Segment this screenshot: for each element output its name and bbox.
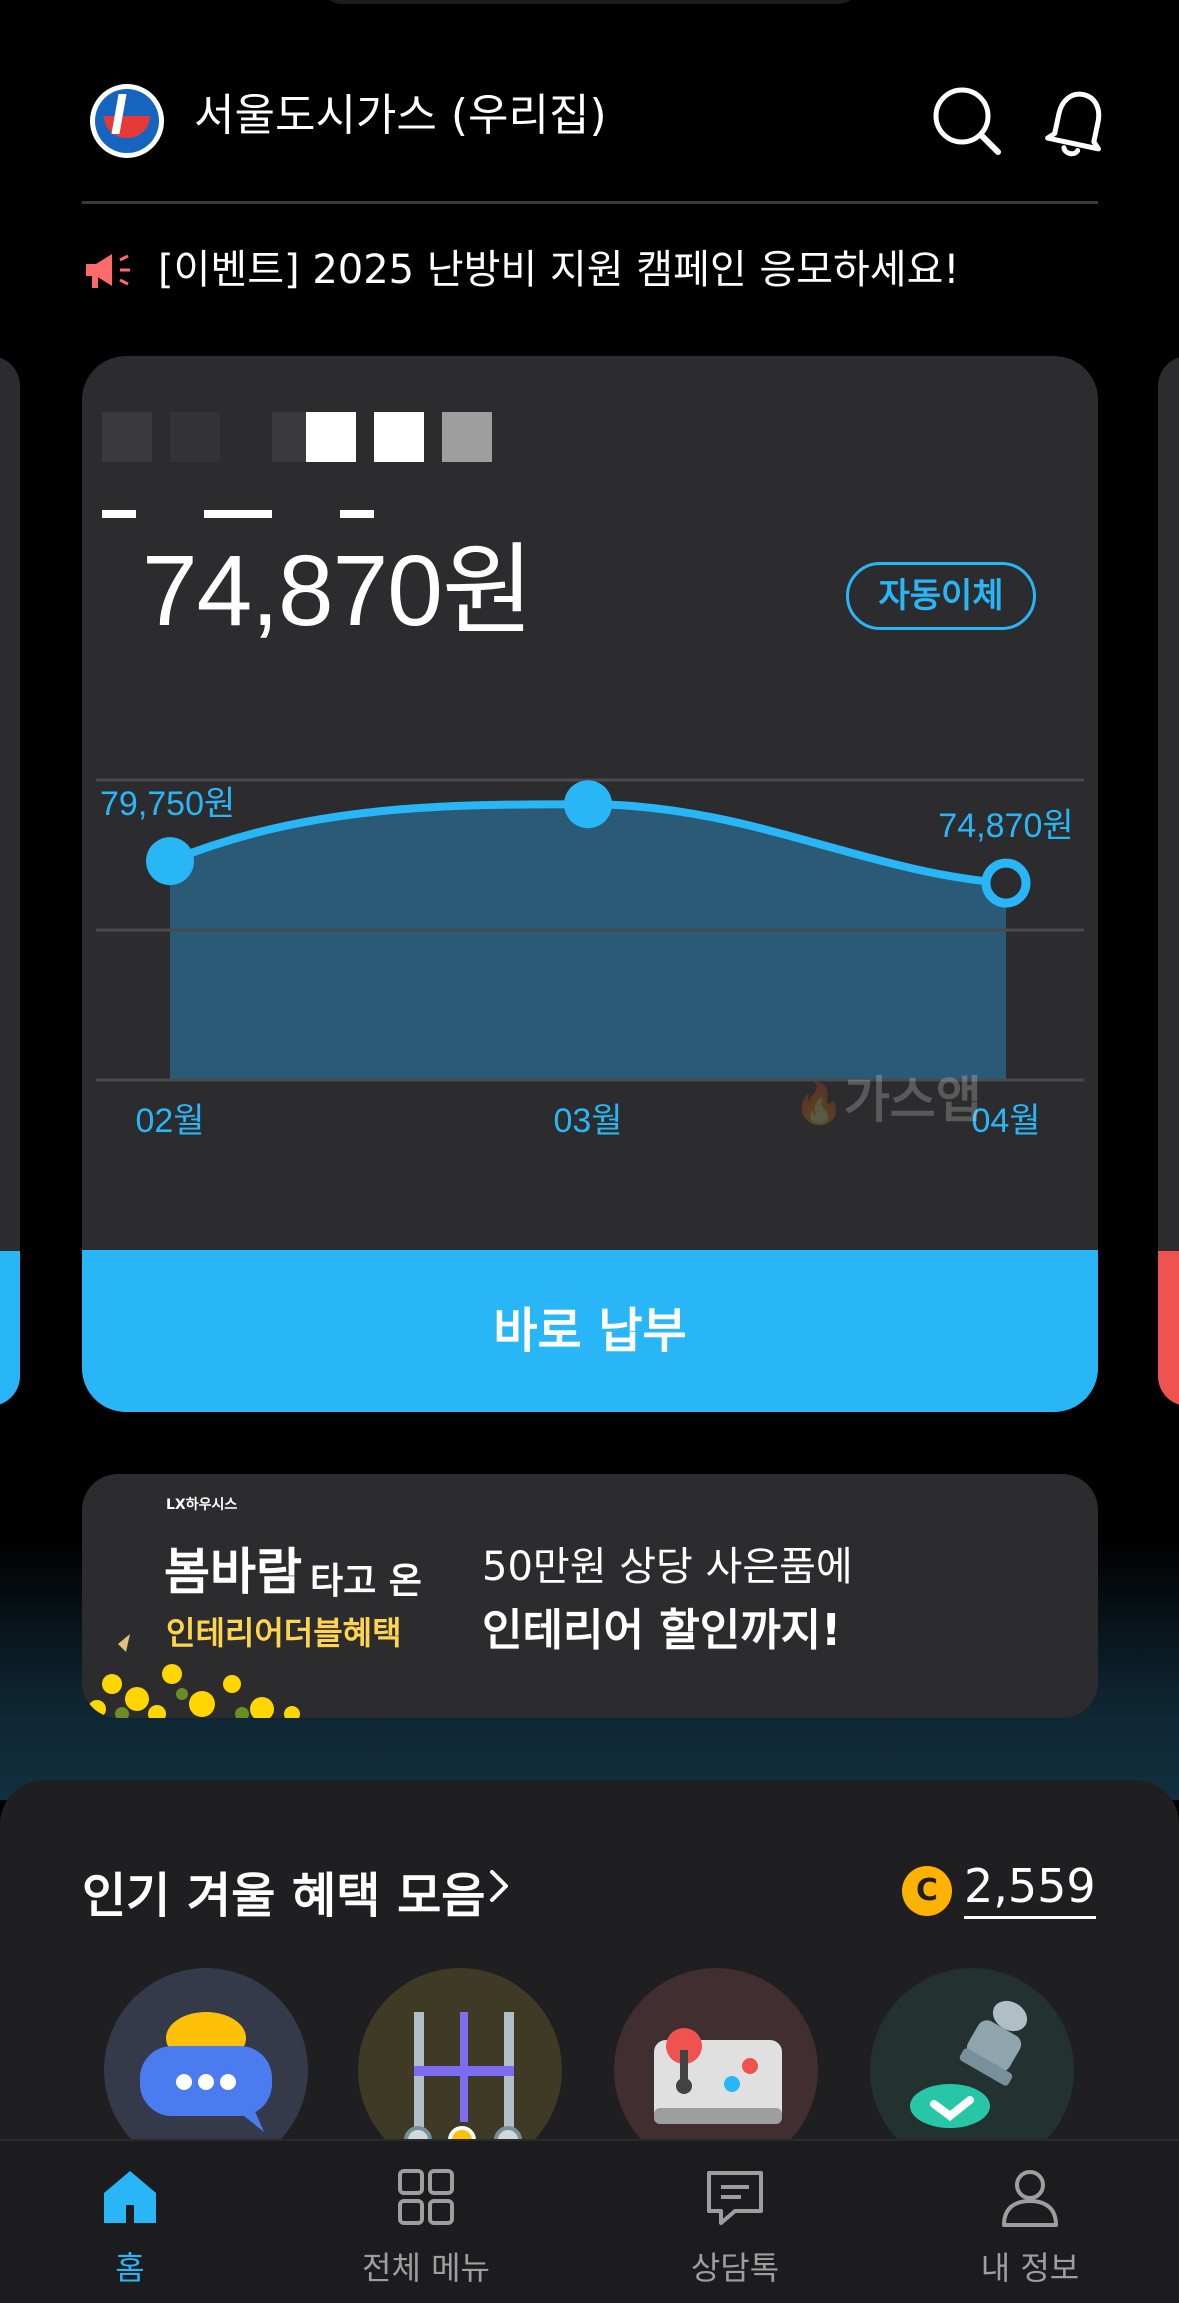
header-divider	[82, 201, 1098, 204]
banner-headline: 봄바람	[164, 1542, 302, 1601]
banner-brand-logo: LX하우시스	[166, 1497, 238, 1513]
redacted-dash	[102, 510, 136, 518]
promo-banner[interactable]: LX하우시스 봄바람 타고 온 인테리어더블혜택 50만원 상당 사은품에 인테…	[82, 1474, 1098, 1718]
seoul-city-gas-logo	[90, 84, 164, 158]
chart-point	[564, 780, 612, 829]
gas-app-watermark: 🔥가스앱	[794, 1071, 982, 1129]
pay-now-button[interactable]: 바로 납부	[82, 1250, 1098, 1412]
chart-tick-label: 02월	[135, 1102, 204, 1140]
chart-area-fill	[170, 804, 1006, 1080]
megaphone-icon	[86, 254, 130, 288]
redacted-dash	[340, 510, 374, 518]
benefits-title[interactable]: 인기 겨울 혜택 모음	[82, 1856, 485, 1926]
camera-notch	[320, 0, 860, 4]
next-card-peek[interactable]	[1158, 356, 1179, 1406]
bill-card: 74,870원 자동이체 79,750원02월92,390원03월74,870원…	[82, 356, 1098, 1412]
tab-label: 상담톡	[690, 2249, 780, 2287]
chart-data-label: 79,750원	[100, 785, 235, 823]
redacted-dash	[204, 510, 272, 518]
auto-transfer-badge[interactable]: 자동이체	[846, 562, 1036, 630]
location-title[interactable]: 서울도시가스 (우리집)	[194, 86, 607, 146]
redacted-block	[102, 412, 152, 462]
tab-home[interactable]: 홈	[20, 2141, 240, 2303]
chart-point	[981, 858, 1031, 908]
search-icon[interactable]	[926, 80, 1010, 164]
tab-label: 전체 메뉴	[362, 2249, 490, 2287]
event-notice[interactable]: [이벤트] 2025 난방비 지원 캠페인 응모하세요!	[82, 240, 1098, 300]
tab-all-menu[interactable]: 전체 메뉴	[316, 2141, 536, 2303]
redacted-block	[442, 412, 492, 462]
app-header: 서울도시가스 (우리집)	[82, 80, 1102, 164]
person-icon	[1002, 2170, 1058, 2227]
flame-icon: 🔥	[794, 1081, 844, 1127]
tab-my-info[interactable]: 내 정보	[920, 2141, 1140, 2303]
chart-tick-label: 03월	[553, 1102, 622, 1140]
banner-line-2: 인테리어 할인까지!	[482, 1605, 842, 1656]
redacted-block	[306, 412, 356, 462]
home-icon	[104, 2171, 156, 2223]
coin-balance[interactable]: 2,559	[964, 1856, 1096, 1919]
redacted-block	[374, 412, 424, 462]
usage-chart: 79,750원02월92,390원03월74,870원04월	[96, 778, 1084, 1140]
banner-headline-suffix: 타고 온	[310, 1560, 422, 1602]
bell-icon[interactable]	[1034, 80, 1118, 164]
tab-label: 내 정보	[980, 2249, 1080, 2287]
chevron-right-icon[interactable]	[484, 1866, 514, 1906]
chat-icon	[707, 2171, 763, 2225]
tab-label: 홈	[115, 2249, 145, 2287]
banner-line-1: 50만원 상당 사은품에	[482, 1544, 853, 1590]
grid-icon	[398, 2169, 454, 2225]
tab-chat[interactable]: 상담톡	[625, 2141, 845, 2303]
flowers-illustration	[88, 1634, 300, 1718]
redacted-block	[170, 412, 220, 462]
butterfly-icon	[118, 1634, 130, 1652]
previous-card-peek[interactable]	[0, 356, 20, 1406]
notice-text: [이벤트] 2025 난방비 지원 캠페인 응모하세요!	[158, 247, 960, 293]
chart-data-label: 74,870원	[938, 807, 1073, 845]
bill-amount: 74,870원	[142, 535, 534, 647]
bottom-tab-bar: 홈 전체 메뉴 상담톡 내 정보	[0, 2139, 1179, 2303]
coin-icon: C	[902, 1866, 952, 1916]
benefits-sheet: 인기 겨울 혜택 모음 C 2,559	[0, 1780, 1179, 2180]
chart-point	[146, 837, 194, 886]
